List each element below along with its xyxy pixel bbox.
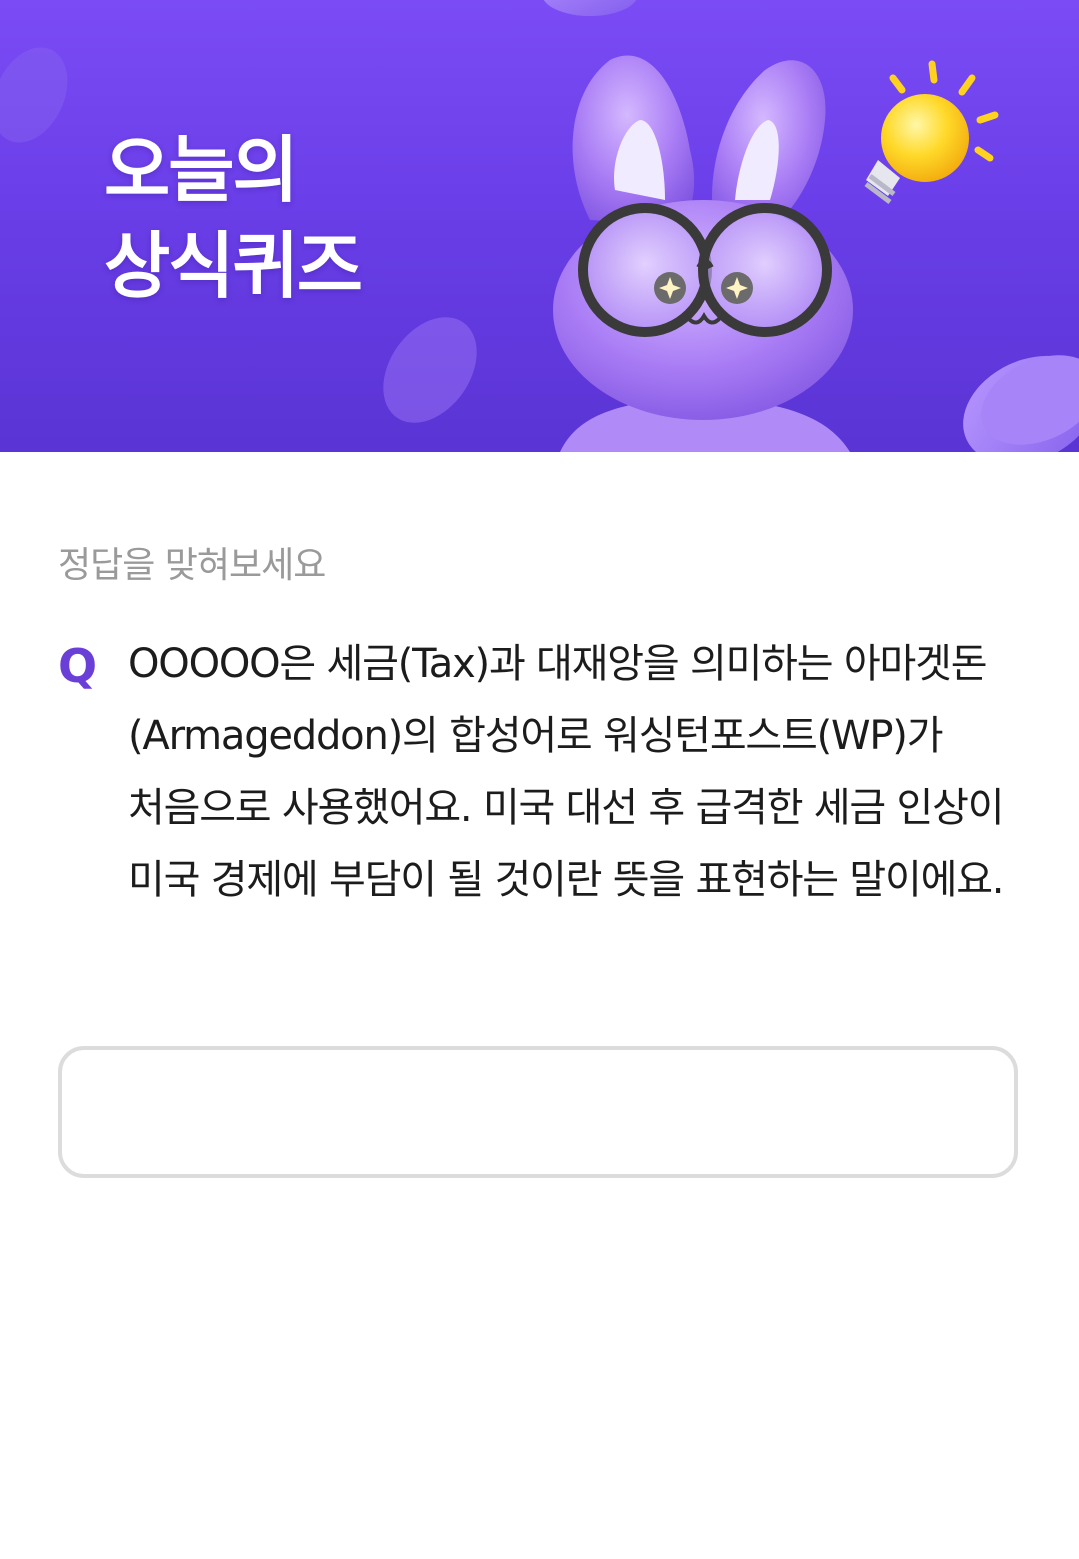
quiz-banner: 오늘의 상식퀴즈 [0,0,1079,452]
banner-title-line-2: 상식퀴즈 [104,224,363,308]
banner-title-line-1: 오늘의 [104,128,299,212]
quiz-prompt: 정답을 맞혀보세요 [58,545,326,586]
lightbulb-icon [864,60,999,204]
banner-title: 오늘의 상식퀴즈 [104,122,363,314]
answer-input[interactable] [58,1046,1018,1178]
rabbit-mascot-icon [553,55,853,452]
quiz-page: 오늘의 상식퀴즈 정답을 맞혀보세요 Q OOOOO은 세금(Tax)과 대재앙… [0,0,1079,1559]
question-text: OOOOO은 세금(Tax)과 대재앙을 의미하는 아마겟돈(Armageddo… [128,641,1005,903]
question-marker: Q [58,639,98,693]
